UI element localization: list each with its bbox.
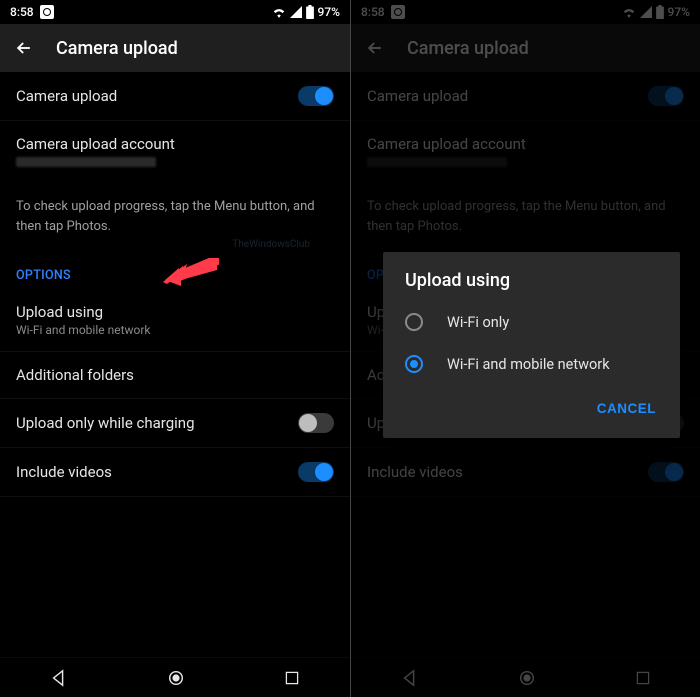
row-upload-using[interactable]: Upload using Wi-Fi and mobile network (0, 289, 350, 352)
upload-hint: To check upload progress, tap the Menu b… (0, 181, 350, 256)
watermark: TheWindowsClub (232, 237, 310, 252)
videos-label: Include videos (16, 463, 298, 481)
section-options: OPTIONS (0, 256, 350, 289)
upload-using-label: Upload using (16, 303, 334, 321)
row-additional-folders[interactable]: Additional folders (0, 352, 350, 399)
row-account[interactable]: Camera upload account (0, 121, 350, 181)
settings-list: Camera upload Camera upload account To c… (0, 72, 350, 657)
nav-back-icon[interactable] (50, 669, 68, 687)
option-wifi-and-mobile[interactable]: Wi-Fi and mobile network (383, 343, 680, 385)
status-time: 8:58 (10, 5, 34, 19)
phone-screen-dialog: 8:58 97% Camera upload Camera upload Cam… (350, 0, 700, 697)
option-wifi-only[interactable]: Wi-Fi only (383, 301, 680, 343)
back-arrow-icon[interactable] (14, 38, 34, 58)
row-include-videos[interactable]: Include videos (0, 448, 350, 497)
navigation-bar (0, 657, 350, 697)
dialog-title: Upload using (383, 252, 680, 301)
cancel-button[interactable]: CANCEL (587, 393, 666, 424)
option-wifi-label: Wi-Fi only (447, 314, 509, 331)
phone-screen-settings: 8:58 97% Camera upload Camera upload Cam… (0, 0, 350, 697)
upload-using-value: Wi-Fi and mobile network (16, 323, 334, 337)
wifi-icon (272, 6, 286, 18)
app-bar: Camera upload (0, 24, 350, 72)
page-title: Camera upload (56, 38, 178, 59)
nav-recents-icon[interactable] (284, 670, 300, 686)
status-bar: 8:58 97% (0, 0, 350, 24)
camera-upload-toggle[interactable] (298, 86, 334, 106)
videos-toggle[interactable] (298, 462, 334, 482)
additional-folders-label: Additional folders (16, 366, 334, 384)
notification-icon (40, 5, 54, 19)
row-camera-upload[interactable]: Camera upload (0, 72, 350, 121)
battery-percent: 97% (318, 5, 340, 19)
charging-toggle[interactable] (298, 413, 334, 433)
upload-using-dialog: Upload using Wi-Fi only Wi-Fi and mobile… (383, 252, 680, 438)
radio-selected-icon (405, 355, 423, 373)
nav-home-icon[interactable] (167, 669, 185, 687)
option-both-label: Wi-Fi and mobile network (447, 356, 610, 373)
signal-icon (290, 6, 302, 18)
radio-icon (405, 313, 423, 331)
battery-icon (306, 5, 314, 19)
account-label: Camera upload account (16, 135, 334, 153)
row-charging[interactable]: Upload only while charging (0, 399, 350, 448)
account-value-redacted (16, 157, 156, 167)
charging-label: Upload only while charging (16, 414, 298, 432)
camera-upload-label: Camera upload (16, 87, 298, 105)
